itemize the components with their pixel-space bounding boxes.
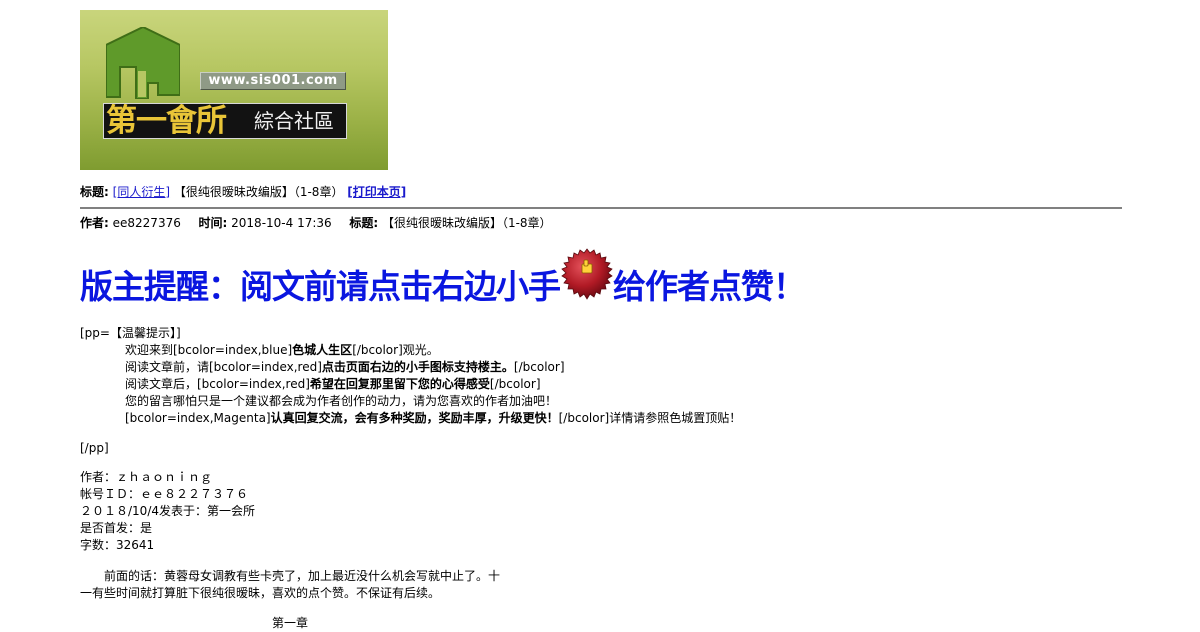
info-author: 作者：ｚｈａｏｎｉｎｇ [80,470,213,484]
notice-line: 阅读文章后，[bcolor=index,red]希望在回复那里留下您的心得感受[… [125,377,541,391]
info-first-release: 是否首发：是 [80,521,153,535]
info-published: ２０１８/10/4发表于：第一会所 [80,504,255,518]
divider [80,207,1122,209]
thread-title-bar: 标题: [同人衍生] 【很纯很暧昧改编版】（1-8章） [打印本页] [80,184,406,200]
title-label: 标题: [80,185,109,199]
site-logo[interactable]: www.sis001.com 第一會所 綜合社區 [80,10,388,170]
category-link[interactable]: [同人衍生] [113,185,170,199]
notice-close-tag: [/pp] [80,441,109,455]
house-logo-icon [106,27,180,99]
time-label: 时间: [198,216,228,230]
thumbs-up-badge-icon[interactable] [561,248,613,300]
preface-text: 前面的话：黄蓉母女调教有些卡壳了，加上最近没什么机会写就中止了。十 一有些时间就… [80,569,501,600]
post-title-label: 标题: [349,216,379,230]
notice-line: 欢迎来到[bcolor=index,blue]色城人生区[/bcolor]观光。 [125,343,439,357]
info-word-count: 字数：32641 [80,538,155,552]
notice-line: 阅读文章前，请[bcolor=index,red]点击页面右边的小手图标支持楼主… [125,360,565,374]
notice-open-tag: [pp=【温馨提示】] [80,326,181,340]
post-title-value: 【很纯很暧昧改编版】（1-8章） [381,216,552,230]
notice-line: [bcolor=index,Magenta]认真回复交流，会有多种奖励，奖励丰厚… [125,411,742,425]
notice-line: 您的留言哪怕只是一个建议都会成为作者创作的动力，请为您喜欢的作者加油吧！ [125,394,558,408]
print-page-link[interactable]: [打印本页] [347,185,406,199]
thread-title: 【很纯很暧昧改编版】（1-8章） [173,185,344,199]
chapter-heading: 第一章 [272,616,309,630]
author-value: ee8227376 [112,216,181,230]
banner-text-before: 版主提醒：阅文前请点击右边小手 [80,267,561,306]
info-account-id: 帐号ＩＤ：ｅｅ８２２７３７６ [80,487,249,501]
story-info: 作者：ｚｈａｏｎｉｎｇ 帐号ＩＤ：ｅｅ８２２７３７６ ２０１８/10/4发表于：… [80,469,255,554]
notice-block: [pp=【温馨提示】] 欢迎来到[bcolor=index,blue]色城人生区… [80,325,741,427]
banner-text-after: 给作者点赞！ [613,267,806,306]
post-meta: 作者: ee8227376 时间: 2018-10-4 17:36 标题: 【很… [80,215,552,231]
time-value: 2018-10-4 17:36 [231,216,332,230]
site-name-sub: 綜合社區 [254,109,334,133]
site-url-label: www.sis001.com [200,72,346,90]
site-name-main: 第一會所 [106,103,227,139]
site-name-plate: 第一會所 綜合社區 [103,103,347,139]
author-label: 作者: [80,216,109,230]
